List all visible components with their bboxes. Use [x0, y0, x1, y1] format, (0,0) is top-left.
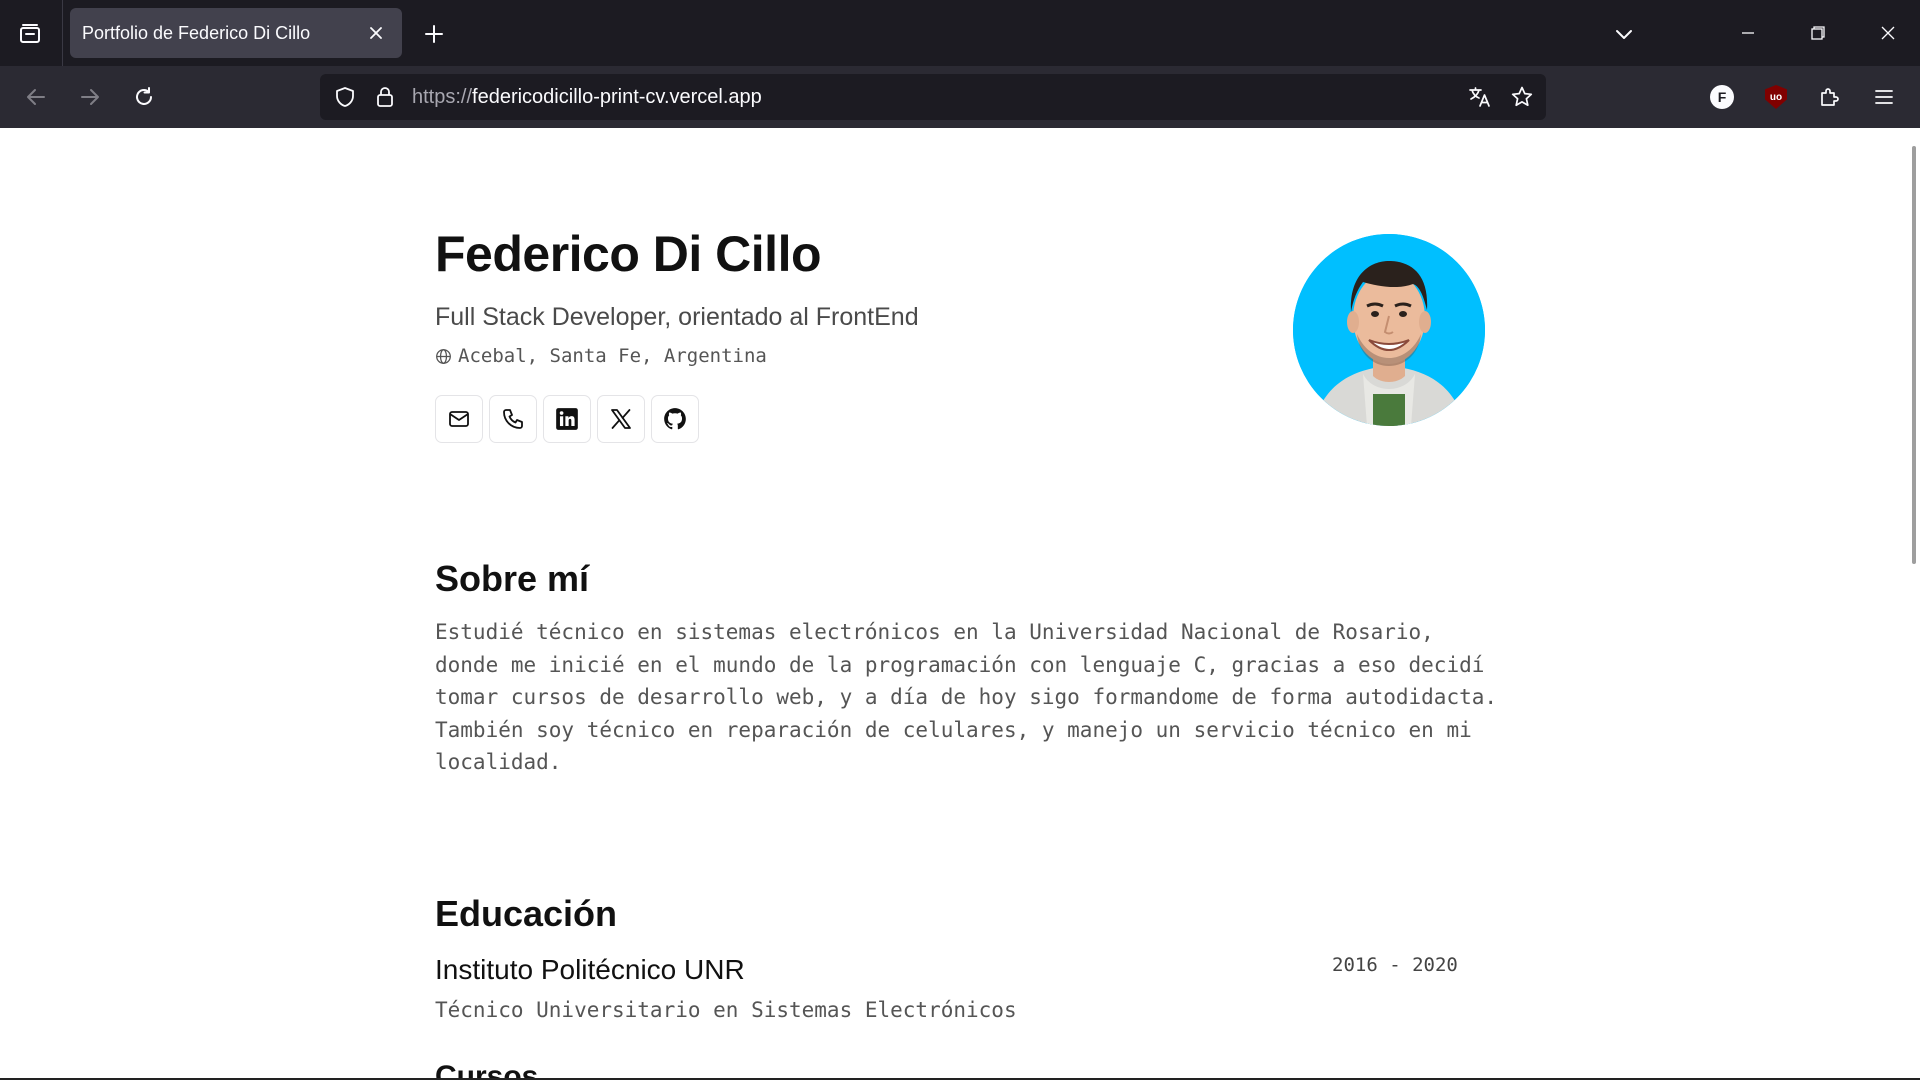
- phone-button[interactable]: [489, 395, 537, 443]
- url-scheme: https://: [412, 86, 473, 108]
- education-heading: Educación: [435, 893, 618, 934]
- tab-close-button[interactable]: [362, 19, 390, 47]
- ublock-icon: uo: [1765, 85, 1787, 109]
- tab-bar: Portfolio de Federico Di Cillo: [0, 0, 1920, 66]
- about-text: Estudié técnico en sistemas electrónicos…: [435, 620, 1498, 774]
- plus-icon: [425, 25, 443, 43]
- school-years: 2016 - 2020: [1332, 954, 1458, 976]
- profile-avatar-icon: F: [1710, 85, 1734, 109]
- restore-icon: [1811, 26, 1825, 40]
- email-button[interactable]: [435, 395, 483, 443]
- profile-photo-illustration: [1293, 234, 1485, 426]
- tab-title: Portfolio de Federico Di Cillo: [82, 22, 311, 43]
- site-security-button[interactable]: [370, 82, 400, 112]
- x-twitter-button[interactable]: [597, 395, 645, 443]
- reload-icon: [136, 87, 152, 105]
- linkedin-button[interactable]: [543, 395, 591, 443]
- lock-icon: [377, 87, 393, 107]
- profile-name: Federico Di Cillo: [435, 226, 822, 282]
- app-menu-button[interactable]: [1864, 77, 1904, 117]
- tab-separator: [62, 0, 63, 66]
- globe-icon: [436, 348, 451, 364]
- arrow-left-icon: [27, 89, 45, 105]
- profile-role: Full Stack Developer, orientado al Front…: [435, 303, 919, 331]
- back-button[interactable]: [16, 77, 56, 117]
- phone-icon: [503, 409, 523, 429]
- profile-photo: [1293, 234, 1485, 426]
- profile-location[interactable]: Acebal, Santa Fe, Argentina: [435, 345, 767, 367]
- chevron-down-icon: [1616, 30, 1632, 39]
- shield-icon: [336, 87, 354, 107]
- about-heading: Sobre mí: [435, 558, 590, 599]
- firefox-view-icon: [20, 24, 40, 43]
- star-icon: [1511, 86, 1533, 107]
- page-scrollbar[interactable]: [1912, 146, 1916, 564]
- minimize-icon: [1742, 32, 1754, 34]
- close-window-button[interactable]: [1858, 8, 1918, 58]
- close-icon: [370, 27, 382, 39]
- degree-title: Técnico Universitario en Sistemas Electr…: [435, 998, 1017, 1022]
- minimize-button[interactable]: [1718, 8, 1778, 58]
- bookmark-star-button[interactable]: [1506, 81, 1538, 113]
- arrow-right-icon: [81, 89, 99, 105]
- page-viewport: Federico Di Cillo Full Stack Developer, …: [0, 128, 1920, 1080]
- x-icon: [611, 409, 631, 429]
- restore-button[interactable]: [1788, 8, 1848, 58]
- ublock-extension-button[interactable]: uo: [1756, 77, 1796, 117]
- firefox-view-button[interactable]: [10, 14, 50, 54]
- hamburger-menu-icon: [1875, 90, 1893, 104]
- address-bar[interactable]: https://federicodicillo-print-cv.vercel.…: [320, 74, 1546, 120]
- url-text[interactable]: https://federicodicillo-print-cv.vercel.…: [412, 86, 762, 109]
- school-name: Instituto Politécnico UNR: [435, 954, 745, 985]
- close-icon: [1881, 26, 1895, 40]
- active-tab[interactable]: Portfolio de Federico Di Cillo: [70, 8, 402, 58]
- url-host: federicodicillo-print-cv.vercel.app: [472, 86, 762, 108]
- list-all-tabs-button[interactable]: [1604, 14, 1644, 54]
- account-button[interactable]: F: [1702, 77, 1742, 117]
- social-links: [435, 395, 699, 443]
- location-text: Acebal, Santa Fe, Argentina: [458, 345, 767, 367]
- courses-heading: Cursos: [435, 1060, 539, 1080]
- mail-icon: [449, 411, 469, 427]
- translate-button[interactable]: [1464, 81, 1496, 113]
- tracking-protection-button[interactable]: [330, 82, 360, 112]
- extensions-button[interactable]: [1810, 77, 1850, 117]
- linkedin-icon: [556, 408, 578, 430]
- translate-icon: [1469, 87, 1490, 107]
- navigation-toolbar: https://federicodicillo-print-cv.vercel.…: [0, 66, 1920, 128]
- puzzle-icon: [1821, 88, 1839, 106]
- forward-button[interactable]: [70, 77, 110, 117]
- github-button[interactable]: [651, 395, 699, 443]
- new-tab-button[interactable]: [414, 14, 454, 54]
- reload-button[interactable]: [124, 77, 164, 117]
- github-icon: [664, 408, 686, 430]
